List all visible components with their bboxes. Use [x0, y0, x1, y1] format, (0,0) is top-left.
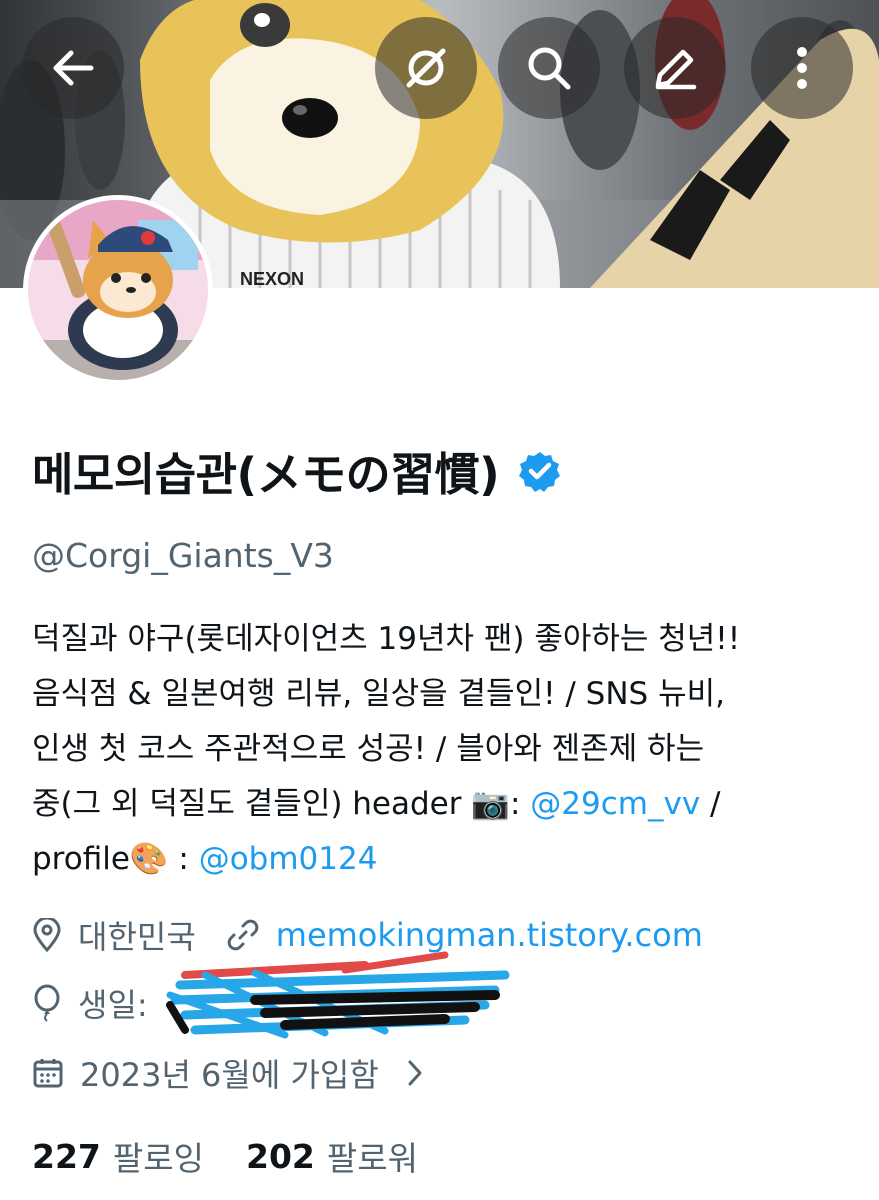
bio-text: : — [509, 786, 531, 822]
avatar-image — [28, 200, 208, 380]
mention-link-header[interactable]: @29cm_vv — [530, 786, 700, 822]
verified-badge-icon[interactable] — [519, 450, 561, 492]
arrow-left-icon — [53, 50, 94, 86]
birthday-row: 생일: — [32, 980, 148, 1026]
edit-button[interactable] — [624, 17, 726, 119]
bio-line: 음식점 & 일본여행 리뷰, 일상을 곁들인! / SNS 뉴비, — [32, 676, 725, 712]
bio-text: 중(그 외 덕질도 곁들인) header — [32, 786, 472, 822]
redaction-scribble — [166, 951, 510, 1039]
mention-link-profile[interactable]: @obm0124 — [199, 841, 378, 877]
follow-stats: 227 팔로잉 202 팔로워 — [32, 1132, 418, 1180]
profile-handle: @Corgi_Giants_V3 — [32, 536, 334, 575]
bio-text: : — [168, 841, 199, 877]
balloon-icon — [34, 984, 60, 1022]
bio-text: / — [700, 786, 721, 822]
followers-count: 202 — [245, 1136, 315, 1176]
joined-text: 2023년 6월에 가입함 — [80, 1056, 379, 1094]
joined-row[interactable]: 2023년 6월에 가입함 — [32, 1050, 425, 1096]
profile-name-row: 메모의습관(メモの習慣) — [32, 438, 561, 503]
bio-line: profile🎨 : @obm0124 — [32, 832, 852, 887]
display-name: 메모의습관(メモの習慣) — [32, 448, 500, 501]
avatar[interactable] — [23, 195, 213, 385]
pencil-icon — [655, 49, 697, 90]
followers-link[interactable]: 202 팔로워 — [246, 1132, 418, 1180]
bio-line: 인생 첫 코스 주관적으로 성공! / 블아와 젠존제 하는 — [32, 731, 705, 767]
bio-text: profile — [32, 841, 130, 877]
search-button[interactable] — [498, 17, 600, 119]
palette-emoji: 🎨 — [129, 841, 169, 877]
bio-line: 덕질과 야구(롯데자이언츠 19년차 팬) 좋아하는 청년!! — [32, 621, 741, 657]
back-button[interactable] — [22, 17, 124, 119]
following-label: 팔로잉 — [112, 1139, 204, 1178]
followers-label: 팔로워 — [326, 1139, 418, 1178]
hide-media-button[interactable] — [375, 17, 477, 119]
svg-text:NEXON: NEXON — [240, 269, 304, 288]
bio-line: 중(그 외 덕질도 곁들인) header 📷: @29cm_vv / — [32, 777, 852, 832]
calendar-icon — [33, 1059, 63, 1088]
camera-emoji: 📷 — [471, 786, 510, 822]
following-count: 227 — [32, 1136, 101, 1176]
eye-slash-icon — [406, 48, 446, 88]
location-pin-icon — [33, 918, 61, 952]
more-button[interactable] — [751, 17, 853, 119]
following-link[interactable]: 227 팔로잉 — [32, 1132, 204, 1180]
profile-bio: 덕질과 야구(롯데자이언츠 19년차 팬) 좋아하는 청년!! 음식점 & 일본… — [32, 612, 852, 887]
search-icon — [528, 47, 571, 90]
chevron-right-icon — [408, 1060, 422, 1086]
more-vertical-icon — [797, 47, 807, 89]
birthday-label: 생일: — [78, 986, 148, 1024]
